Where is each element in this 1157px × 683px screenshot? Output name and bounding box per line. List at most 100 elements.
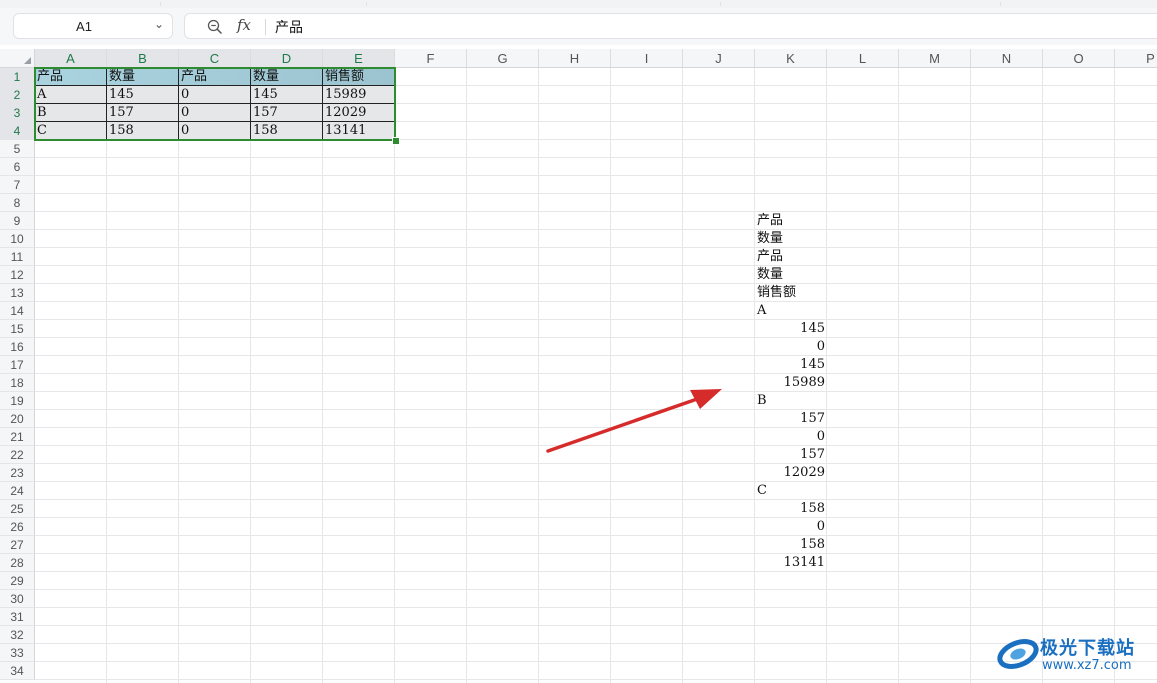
row-header-25[interactable]: 25 [0,500,35,518]
column-k-text-cell[interactable]: C [755,482,827,500]
row-header-15[interactable]: 15 [0,320,35,338]
column-header-f[interactable]: F [395,49,467,68]
column-gridline [538,68,539,683]
row-header-16[interactable]: 16 [0,338,35,356]
column-k-text-cell[interactable]: 数量 [755,266,827,284]
row-header-14[interactable]: 14 [0,302,35,320]
row-header-1[interactable]: 1 [0,68,35,86]
column-k-text-cell[interactable]: 销售额 [755,284,827,302]
select-all-corner[interactable] [0,49,35,68]
row-header-2[interactable]: 2 [0,86,35,104]
row-header-19[interactable]: 19 [0,392,35,410]
row-header-7[interactable]: 7 [0,176,35,194]
column-k-number-cell[interactable]: 158 [755,500,827,518]
row-header-26[interactable]: 26 [0,518,35,536]
chevron-down-icon[interactable]: ⌄ [154,17,164,31]
row-header-32[interactable]: 32 [0,626,35,644]
row-header-24[interactable]: 24 [0,482,35,500]
column-k-number-cell[interactable]: 0 [755,428,827,446]
column-k-text-cell[interactable]: B [755,392,827,410]
column-gridline [250,68,251,683]
row-gridline [35,229,1157,230]
column-gridline [394,68,395,683]
row-header-27[interactable]: 27 [0,536,35,554]
column-header-d[interactable]: D [251,49,323,68]
zoom-icon[interactable] [207,19,223,35]
column-k-number-cell[interactable]: 157 [755,410,827,428]
row-gridline [35,247,1157,248]
row-header-6[interactable]: 6 [0,158,35,176]
row-header-28[interactable]: 28 [0,554,35,572]
column-header-b[interactable]: B [107,49,179,68]
column-k-text-cell[interactable]: 数量 [755,230,827,248]
column-header-o[interactable]: O [1043,49,1115,68]
column-k-number-cell[interactable]: 12029 [755,464,827,482]
column-k-number-cell[interactable]: 0 [755,518,827,536]
red-arrow-annotation [546,389,722,453]
column-k-number-cell[interactable]: 158 [755,536,827,554]
fx-icon[interactable]: fx [237,16,251,34]
row-header-3[interactable]: 3 [0,104,35,122]
row-header-31[interactable]: 31 [0,608,35,626]
column-k-number-cell[interactable]: 0 [755,338,827,356]
top-divider [366,2,367,6]
top-divider [1000,2,1001,6]
selection-range[interactable] [34,67,396,141]
column-header-m[interactable]: M [899,49,971,68]
column-header-k[interactable]: K [755,49,827,68]
column-k-number-cell[interactable]: 15989 [755,374,827,392]
fill-handle[interactable] [392,137,400,145]
column-header-l[interactable]: L [827,49,899,68]
row-gridline [35,373,1157,374]
column-header-i[interactable]: I [611,49,683,68]
row-header-9[interactable]: 9 [0,212,35,230]
row-header-34[interactable]: 34 [0,662,35,680]
column-header-h[interactable]: H [539,49,611,68]
column-k-number-cell[interactable]: 145 [755,356,827,374]
column-header-c[interactable]: C [179,49,251,68]
row-header-13[interactable]: 13 [0,284,35,302]
row-gridline [35,193,1157,194]
column-header-n[interactable]: N [971,49,1043,68]
row-header-4[interactable]: 4 [0,122,35,140]
row-header-21[interactable]: 21 [0,428,35,446]
column-header-j[interactable]: J [683,49,755,68]
column-k-text-cell[interactable]: A [755,302,827,320]
row-header-30[interactable]: 30 [0,590,35,608]
row-gridline [35,571,1157,572]
row-header-20[interactable]: 20 [0,410,35,428]
row-header-8[interactable]: 8 [0,194,35,212]
row-header-29[interactable]: 29 [0,572,35,590]
formula-separator [265,19,266,35]
row-header-22[interactable]: 22 [0,446,35,464]
column-header-g[interactable]: G [467,49,539,68]
column-k-text-cell[interactable]: 产品 [755,248,827,266]
column-gridline [970,68,971,683]
row-header-33[interactable]: 33 [0,644,35,662]
name-box[interactable]: A1 ⌄ [13,13,173,39]
row-gridline [35,175,1157,176]
row-header-11[interactable]: 11 [0,248,35,266]
row-gridline [35,499,1157,500]
row-header-23[interactable]: 23 [0,464,35,482]
column-header-e[interactable]: E [323,49,395,68]
column-header-p[interactable]: P [1115,49,1157,68]
column-k-number-cell[interactable]: 145 [755,320,827,338]
row-gridline [35,589,1157,590]
column-k-number-cell[interactable]: 157 [755,446,827,464]
row-header-10[interactable]: 10 [0,230,35,248]
select-all-icon[interactable] [24,57,31,64]
formula-input[interactable]: fx 产品 [184,13,1157,39]
row-gridline [35,679,1157,680]
column-k-number-cell[interactable]: 13141 [755,554,827,572]
column-header-a[interactable]: A [35,49,107,68]
row-header-5[interactable]: 5 [0,140,35,158]
name-box-value[interactable]: A1 [14,19,154,34]
row-gridline [35,337,1157,338]
row-header-12[interactable]: 12 [0,266,35,284]
row-header-17[interactable]: 17 [0,356,35,374]
column-k-text-cell[interactable]: 产品 [755,212,827,230]
row-gridline [35,211,1157,212]
row-header-18[interactable]: 18 [0,374,35,392]
formula-value[interactable]: 产品 [275,17,303,37]
